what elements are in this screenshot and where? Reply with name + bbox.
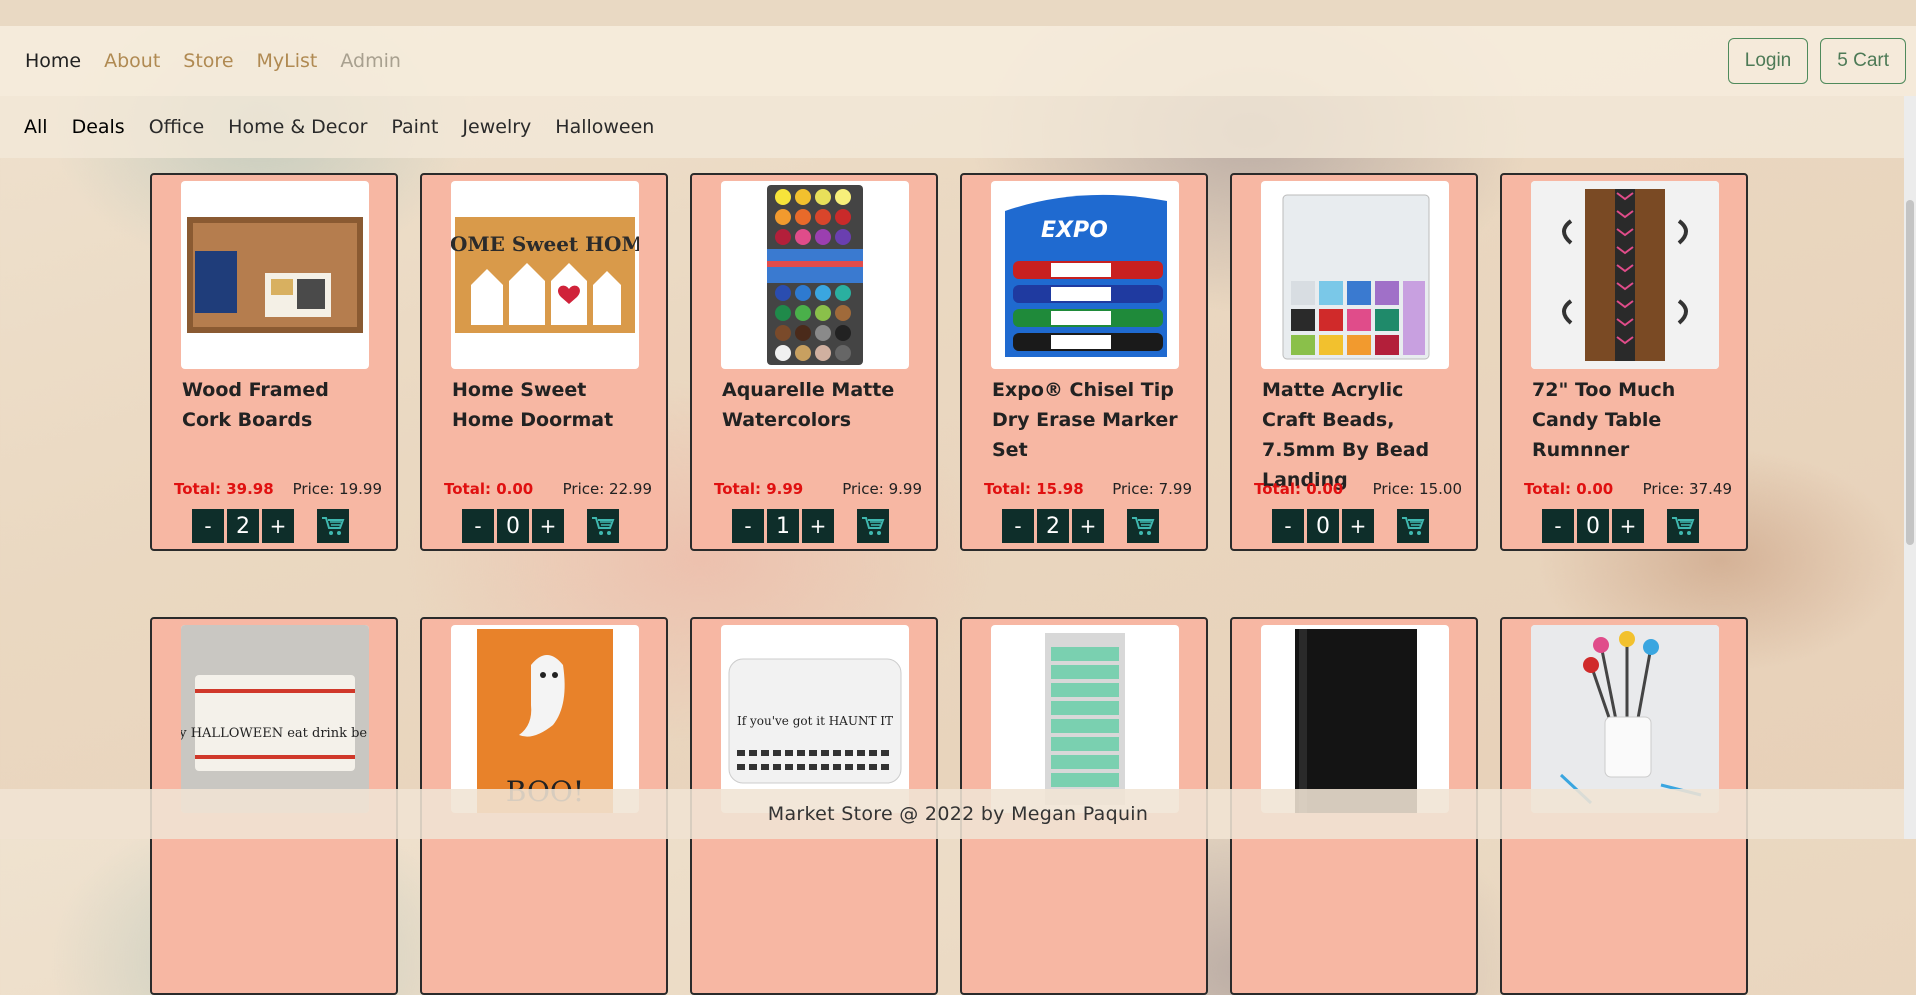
nav-mylist[interactable]: MyList <box>257 50 318 72</box>
nav-links: Home About Store MyList Admin <box>25 50 424 72</box>
svg-text:If you've got it HAUNT IT: If you've got it HAUNT IT <box>737 714 893 728</box>
product-name: Wood Framed Cork Boards <box>182 379 329 431</box>
category-bar: All Deals Office Home & Decor Paint Jewe… <box>0 96 1916 158</box>
product-name: Matte Acrylic Craft Beads, 7.5mm By Bead… <box>1262 379 1430 491</box>
product-price: Price: 37.49 <box>1642 480 1732 498</box>
quantity-controls: - 1 + <box>732 509 889 543</box>
product-card: 72" Too Much Candy Table Rumnner Total: … <box>1500 173 1748 551</box>
increase-button[interactable]: + <box>1342 509 1374 543</box>
product-card: Wood Framed Cork Boards Total: 39.98 Pri… <box>150 173 398 551</box>
product-total: Total: 15.98 <box>984 480 1084 498</box>
quantity-controls: - 0 + <box>1272 509 1429 543</box>
nav-actions: Login 5 Cart <box>1716 38 1906 84</box>
svg-text:HOME Sweet HOME: HOME Sweet HOME <box>451 232 639 256</box>
product-image-haunt-pillow[interactable]: If you've got it HAUNT IT <box>721 625 909 813</box>
decrease-button[interactable]: - <box>1272 509 1304 543</box>
product-image-craft-beads[interactable] <box>1261 181 1449 369</box>
product-image-watercolors[interactable] <box>721 181 909 369</box>
product-price: Price: 22.99 <box>562 480 652 498</box>
product-image-expo-markers[interactable]: EXPO <box>991 181 1179 369</box>
product-grid: Wood Framed Cork Boards Total: 39.98 Pri… <box>150 173 1752 995</box>
nav-store[interactable]: Store <box>183 50 233 72</box>
cart-icon <box>862 517 885 535</box>
add-to-cart-button[interactable] <box>1127 509 1159 543</box>
quantity-controls: - 2 + <box>1002 509 1159 543</box>
category-jewelry[interactable]: Jewelry <box>462 116 531 138</box>
add-to-cart-button[interactable] <box>1667 509 1699 543</box>
product-price: Price: 7.99 <box>1112 480 1192 498</box>
product-image-drawer-cart[interactable] <box>991 625 1179 813</box>
decrease-button[interactable]: - <box>732 509 764 543</box>
quantity-value: 0 <box>1307 509 1339 543</box>
add-to-cart-button[interactable] <box>317 509 349 543</box>
product-name: 72" Too Much Candy Table Rumnner <box>1532 379 1676 461</box>
category-deals[interactable]: Deals <box>72 116 125 138</box>
category-office[interactable]: Office <box>149 116 204 138</box>
product-image-boo-towel[interactable]: BOO! <box>451 625 639 813</box>
quantity-controls: - 0 + <box>1542 509 1699 543</box>
add-to-cart-button[interactable] <box>857 509 889 543</box>
increase-button[interactable]: + <box>802 509 834 543</box>
cart-button[interactable]: 5 Cart <box>1820 38 1906 84</box>
product-name: Aquarelle Matte Watercolors <box>722 379 895 431</box>
product-card: Matte Acrylic Craft Beads, 7.5mm By Bead… <box>1230 173 1478 551</box>
scrollbar[interactable] <box>1904 96 1916 839</box>
product-image-halloween-sign[interactable]: Happy HALLOWEEN eat drink be scary <box>181 625 369 813</box>
product-image-table-runner[interactable] <box>1531 181 1719 369</box>
product-price: Price: 15.00 <box>1372 480 1462 498</box>
nav-admin[interactable]: Admin <box>340 50 401 72</box>
product-card: EXPO Expo® Chisel Tip Dry Erase Marker S… <box>960 173 1208 551</box>
footer: Market Store @ 2022 by Megan Paquin <box>0 789 1916 839</box>
category-home-decor[interactable]: Home & Decor <box>228 116 367 138</box>
scrollbar-thumb[interactable] <box>1906 200 1914 545</box>
product-image-pencil-toppers[interactable] <box>1531 625 1719 813</box>
product-card: Aquarelle Matte Watercolors Total: 9.99 … <box>690 173 938 551</box>
quantity-controls: - 2 + <box>192 509 349 543</box>
category-halloween[interactable]: Halloween <box>555 116 654 138</box>
add-to-cart-button[interactable] <box>1397 509 1429 543</box>
decrease-button[interactable]: - <box>1002 509 1034 543</box>
svg-text:Happy HALLOWEEN eat drink be s: Happy HALLOWEEN eat drink be scary <box>181 726 369 741</box>
quantity-value: 0 <box>1577 509 1609 543</box>
add-to-cart-button[interactable] <box>587 509 619 543</box>
increase-button[interactable]: + <box>1612 509 1644 543</box>
increase-button[interactable]: + <box>532 509 564 543</box>
product-price: Price: 19.99 <box>292 480 382 498</box>
product-total: Total: 0.00 <box>1524 480 1614 498</box>
quantity-controls: - 0 + <box>462 509 619 543</box>
product-card: HOME Sweet HOME Home Sweet Home Doormat … <box>420 173 668 551</box>
increase-button[interactable]: + <box>262 509 294 543</box>
top-navbar: Home About Store MyList Admin Login 5 Ca… <box>0 26 1916 96</box>
cart-icon <box>1402 517 1425 535</box>
increase-button[interactable]: + <box>1072 509 1104 543</box>
quantity-value: 1 <box>767 509 799 543</box>
login-button[interactable]: Login <box>1727 38 1809 84</box>
top-strip <box>0 0 1916 26</box>
product-name: Expo® Chisel Tip Dry Erase Marker Set <box>992 379 1178 461</box>
nav-home[interactable]: Home <box>25 50 81 72</box>
product-price: Price: 9.99 <box>842 480 922 498</box>
category-all[interactable]: All <box>24 116 48 138</box>
product-name: Home Sweet Home Doormat <box>452 379 614 431</box>
quantity-value: 2 <box>227 509 259 543</box>
quantity-value: 0 <box>497 509 529 543</box>
product-total: Total: 9.99 <box>714 480 804 498</box>
decrease-button[interactable]: - <box>462 509 494 543</box>
decrease-button[interactable]: - <box>192 509 224 543</box>
nav-about[interactable]: About <box>104 50 160 72</box>
decrease-button[interactable]: - <box>1542 509 1574 543</box>
cart-icon <box>592 517 615 535</box>
quantity-value: 2 <box>1037 509 1069 543</box>
product-total: Total: 0.00 <box>444 480 534 498</box>
category-paint[interactable]: Paint <box>391 116 438 138</box>
cart-icon <box>1672 517 1695 535</box>
product-image-binder[interactable] <box>1261 625 1449 813</box>
cart-icon <box>322 517 345 535</box>
product-total: Total: 0.00 <box>1254 480 1344 498</box>
product-image-doormat[interactable]: HOME Sweet HOME <box>451 181 639 369</box>
product-image-cork-board[interactable] <box>181 181 369 369</box>
product-total: Total: 39.98 <box>174 480 274 498</box>
svg-text:EXPO: EXPO <box>1041 218 1108 243</box>
cart-icon <box>1132 517 1155 535</box>
